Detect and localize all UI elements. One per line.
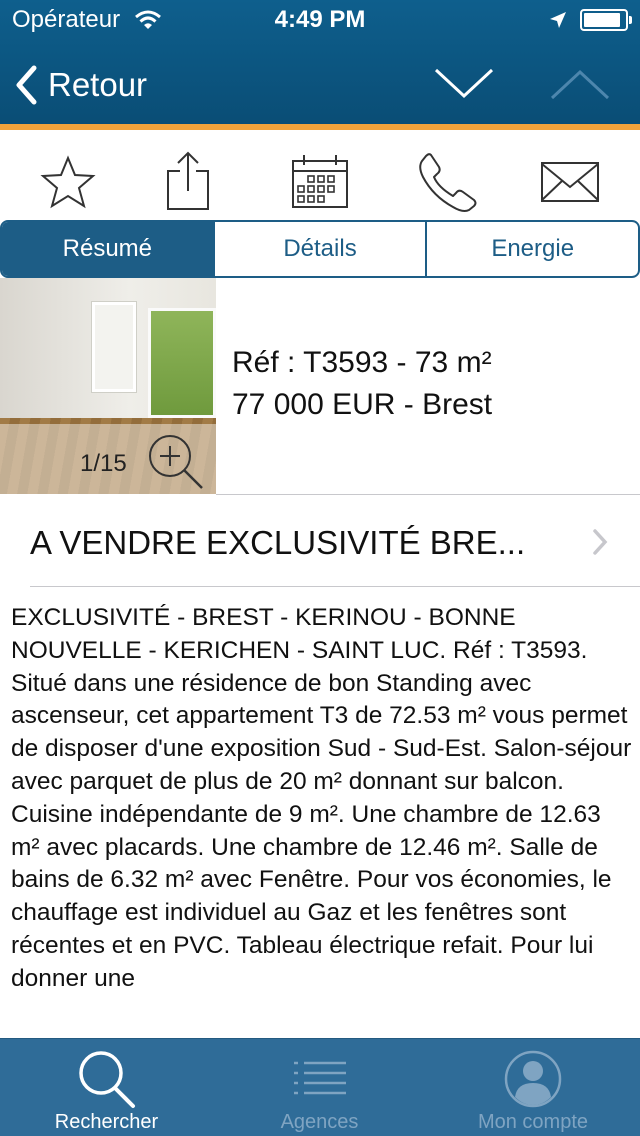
star-icon (40, 155, 96, 209)
listing-title-row[interactable]: A VENDRE EXCLUSIVITÉ BRE... (0, 500, 640, 586)
location-arrow-icon (548, 10, 568, 35)
detail-tabs: Résumé Détails Energie (0, 220, 640, 278)
photo-counter: 1/15 (80, 450, 127, 477)
mail-icon (541, 162, 599, 202)
tabbar-label-rechercher: Rechercher (54, 1111, 159, 1133)
search-icon (75, 1049, 139, 1114)
user-icon (503, 1049, 563, 1114)
calendar-button[interactable] (284, 150, 356, 214)
chevron-up-icon (550, 69, 610, 100)
listing-description: EXCLUSIVITÉ - BREST - KERINOU - BONNE NO… (11, 604, 632, 992)
navigation-header: Opérateur 4:49 PM Retour (0, 0, 640, 126)
calendar-icon (292, 155, 348, 208)
tab-details[interactable]: Détails (215, 222, 428, 276)
back-label: Retour (48, 66, 148, 103)
tabbar-label-agences: Agences (280, 1111, 359, 1133)
phone-icon (419, 153, 477, 212)
tab-energie[interactable]: Energie (427, 222, 638, 276)
tab-resume[interactable]: Résumé (2, 222, 215, 276)
chevron-right-icon (592, 528, 608, 561)
battery-icon (580, 9, 632, 31)
status-time: 4:49 PM (274, 6, 366, 33)
listing-photo[interactable]: 1/15 (0, 278, 216, 494)
chevron-left-icon (16, 65, 37, 105)
share-icon (167, 151, 209, 210)
listing-title: A VENDRE EXCLUSIVITÉ BRE... (30, 524, 526, 561)
favorite-button[interactable] (32, 150, 104, 214)
listing-reference: Réf : T3593 - 73 m² (232, 346, 492, 379)
back-button[interactable]: Retour (14, 60, 147, 110)
action-toolbar (0, 140, 640, 220)
battery-level (584, 13, 620, 27)
chevron-down-icon (434, 68, 494, 99)
list-icon (290, 1049, 350, 1110)
divider (30, 586, 640, 587)
listing-price: 77 000 EUR - Brest (232, 388, 493, 421)
divider (216, 494, 640, 495)
tabbar-item-mon-compte[interactable]: Mon compte (426, 1039, 640, 1136)
status-bar: Opérateur 4:49 PM (0, 0, 640, 40)
next-listing-button[interactable] (432, 60, 496, 110)
previous-listing-button[interactable] (548, 60, 612, 110)
tab-bar: Rechercher Agences Mon compte (0, 1038, 640, 1136)
tabbar-item-rechercher[interactable]: Rechercher (0, 1039, 213, 1136)
email-button[interactable] (534, 150, 606, 214)
tabbar-label-mon-compte: Mon compte (477, 1111, 589, 1133)
share-button[interactable] (152, 150, 224, 214)
zoom-in-icon[interactable] (144, 430, 206, 494)
header-accent-line (0, 124, 640, 130)
tabbar-item-agences[interactable]: Agences (213, 1039, 426, 1136)
call-button[interactable] (412, 150, 484, 214)
